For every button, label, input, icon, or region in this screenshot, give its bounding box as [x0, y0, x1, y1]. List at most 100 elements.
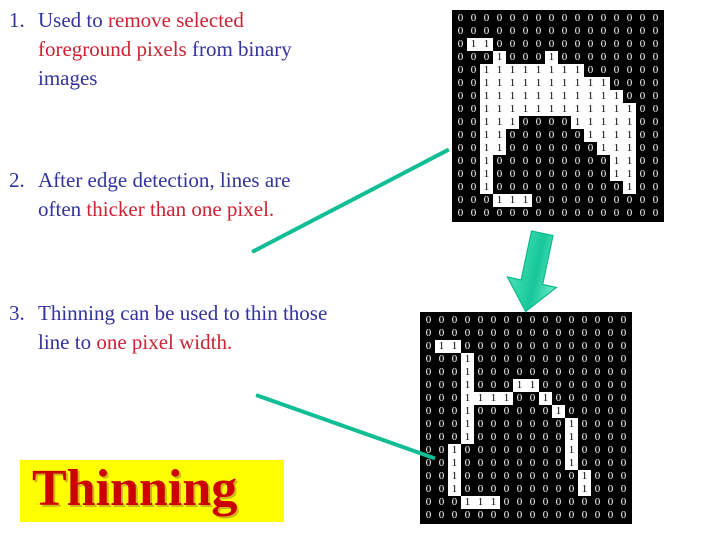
pixel-cell-zero: 0 [519, 181, 532, 194]
pixel-cell-zero: 0 [422, 340, 435, 353]
pixel-cell-zero: 0 [591, 353, 604, 366]
pixel-cell-one: 1 [558, 90, 571, 103]
pixel-cell-zero: 0 [422, 353, 435, 366]
pixel-row: 0001000000000000 [422, 366, 630, 379]
pixel-cell-zero: 0 [480, 194, 493, 207]
pixel-cell-zero: 0 [604, 444, 617, 457]
pixel-cell-zero: 0 [422, 366, 435, 379]
pixel-cell-zero: 0 [474, 431, 487, 444]
pixel-cell-zero: 0 [467, 25, 480, 38]
pixel-row: 0001000100000000 [454, 51, 662, 64]
pixel-cell-zero: 0 [591, 366, 604, 379]
pixel-cell-zero: 0 [578, 418, 591, 431]
pixel-cell-one: 1 [519, 103, 532, 116]
pixel-cell-zero: 0 [591, 457, 604, 470]
pixel-cell-zero: 0 [539, 353, 552, 366]
pixel-cell-zero: 0 [500, 340, 513, 353]
pixel-cell-zero: 0 [500, 470, 513, 483]
pixel-cell-zero: 0 [584, 155, 597, 168]
pixel-cell-one: 1 [558, 64, 571, 77]
list-item: 3. Thinning can be used to thin those li… [0, 299, 338, 357]
pixel-cell-zero: 0 [454, 77, 467, 90]
pixel-cell-zero: 0 [467, 77, 480, 90]
pixel-cell-zero: 0 [422, 470, 435, 483]
pixel-cell-zero: 0 [545, 38, 558, 51]
pixel-cell-zero: 0 [487, 340, 500, 353]
pixel-cell-one: 1 [539, 392, 552, 405]
pixel-cell-zero: 0 [578, 327, 591, 340]
pixel-cell-one: 1 [519, 90, 532, 103]
pixel-cell-zero: 0 [448, 353, 461, 366]
pixel-cell-zero: 0 [649, 168, 662, 181]
pixel-cell-zero: 0 [474, 418, 487, 431]
pixel-cell-one: 1 [532, 90, 545, 103]
pixel-cell-zero: 0 [480, 51, 493, 64]
pixel-row: 0011111111000000 [454, 64, 662, 77]
pixel-cell-zero: 0 [513, 405, 526, 418]
pixel-cell-zero: 0 [591, 418, 604, 431]
pixel-cell-zero: 0 [597, 64, 610, 77]
pixel-cell-zero: 0 [532, 181, 545, 194]
pixel-cell-zero: 0 [604, 392, 617, 405]
pixel-cell-zero: 0 [636, 168, 649, 181]
pixel-cell-zero: 0 [513, 444, 526, 457]
pixel-cell-zero: 0 [474, 353, 487, 366]
pixel-cell-zero: 0 [649, 155, 662, 168]
pixel-cell-one: 1 [448, 470, 461, 483]
pixel-row: 0001000000010000 [422, 418, 630, 431]
pixel-cell-zero: 0 [649, 90, 662, 103]
pixel-cell-zero: 0 [461, 483, 474, 496]
pixel-cell-zero: 0 [435, 392, 448, 405]
thick-binary-image-grid: 0000000000000000000000000000000001100000… [452, 10, 664, 222]
pixel-cell-one: 1 [506, 77, 519, 90]
pixel-cell-zero: 0 [565, 483, 578, 496]
pixel-cell-zero: 0 [584, 64, 597, 77]
pixel-cell-one: 1 [597, 77, 610, 90]
pixel-cell-zero: 0 [422, 314, 435, 327]
pixel-cell-zero: 0 [500, 483, 513, 496]
pixel-cell-one: 1 [545, 64, 558, 77]
pixel-cell-zero: 0 [649, 116, 662, 129]
pixel-cell-zero: 0 [454, 64, 467, 77]
pixel-cell-zero: 0 [558, 194, 571, 207]
pixel-cell-zero: 0 [513, 392, 526, 405]
pixel-cell-zero: 0 [474, 379, 487, 392]
pixel-cell-one: 1 [584, 77, 597, 90]
pixel-cell-zero: 0 [532, 142, 545, 155]
pixel-cell-zero: 0 [558, 129, 571, 142]
pixel-cell-one: 1 [493, 194, 506, 207]
pixel-cell-zero: 0 [552, 366, 565, 379]
pixel-cell-zero: 0 [526, 353, 539, 366]
pixel-cell-zero: 0 [623, 207, 636, 220]
pixel-cell-one: 1 [545, 77, 558, 90]
pixel-row: 0001000110000000 [422, 379, 630, 392]
pixel-cell-one: 1 [565, 418, 578, 431]
pixel-cell-zero: 0 [584, 207, 597, 220]
pixel-cell-zero: 0 [467, 90, 480, 103]
pixel-cell-zero: 0 [435, 509, 448, 522]
pixel-cell-zero: 0 [539, 470, 552, 483]
pixel-cell-one: 1 [571, 77, 584, 90]
pixel-cell-one: 1 [571, 64, 584, 77]
pixel-cell-one: 1 [597, 103, 610, 116]
pixel-cell-one: 1 [545, 51, 558, 64]
pixel-cell-zero: 0 [500, 431, 513, 444]
pixel-cell-zero: 0 [584, 38, 597, 51]
pixel-cell-one: 1 [461, 431, 474, 444]
pixel-cell-zero: 0 [454, 38, 467, 51]
pixel-cell-zero: 0 [539, 340, 552, 353]
pixel-cell-zero: 0 [591, 444, 604, 457]
pixel-cell-zero: 0 [623, 12, 636, 25]
pixel-cell-one: 1 [519, 77, 532, 90]
pixel-cell-one: 1 [448, 457, 461, 470]
pixel-cell-zero: 0 [474, 509, 487, 522]
pixel-cell-one: 1 [480, 155, 493, 168]
thinning-title-banner: Thinning [20, 460, 284, 522]
pixel-cell-zero: 0 [597, 207, 610, 220]
pixel-cell-one: 1 [526, 379, 539, 392]
pixel-cell-zero: 0 [617, 405, 630, 418]
pixel-cell-one: 1 [461, 353, 474, 366]
pixel-cell-zero: 0 [506, 12, 519, 25]
pixel-cell-zero: 0 [474, 457, 487, 470]
pixel-cell-zero: 0 [500, 353, 513, 366]
